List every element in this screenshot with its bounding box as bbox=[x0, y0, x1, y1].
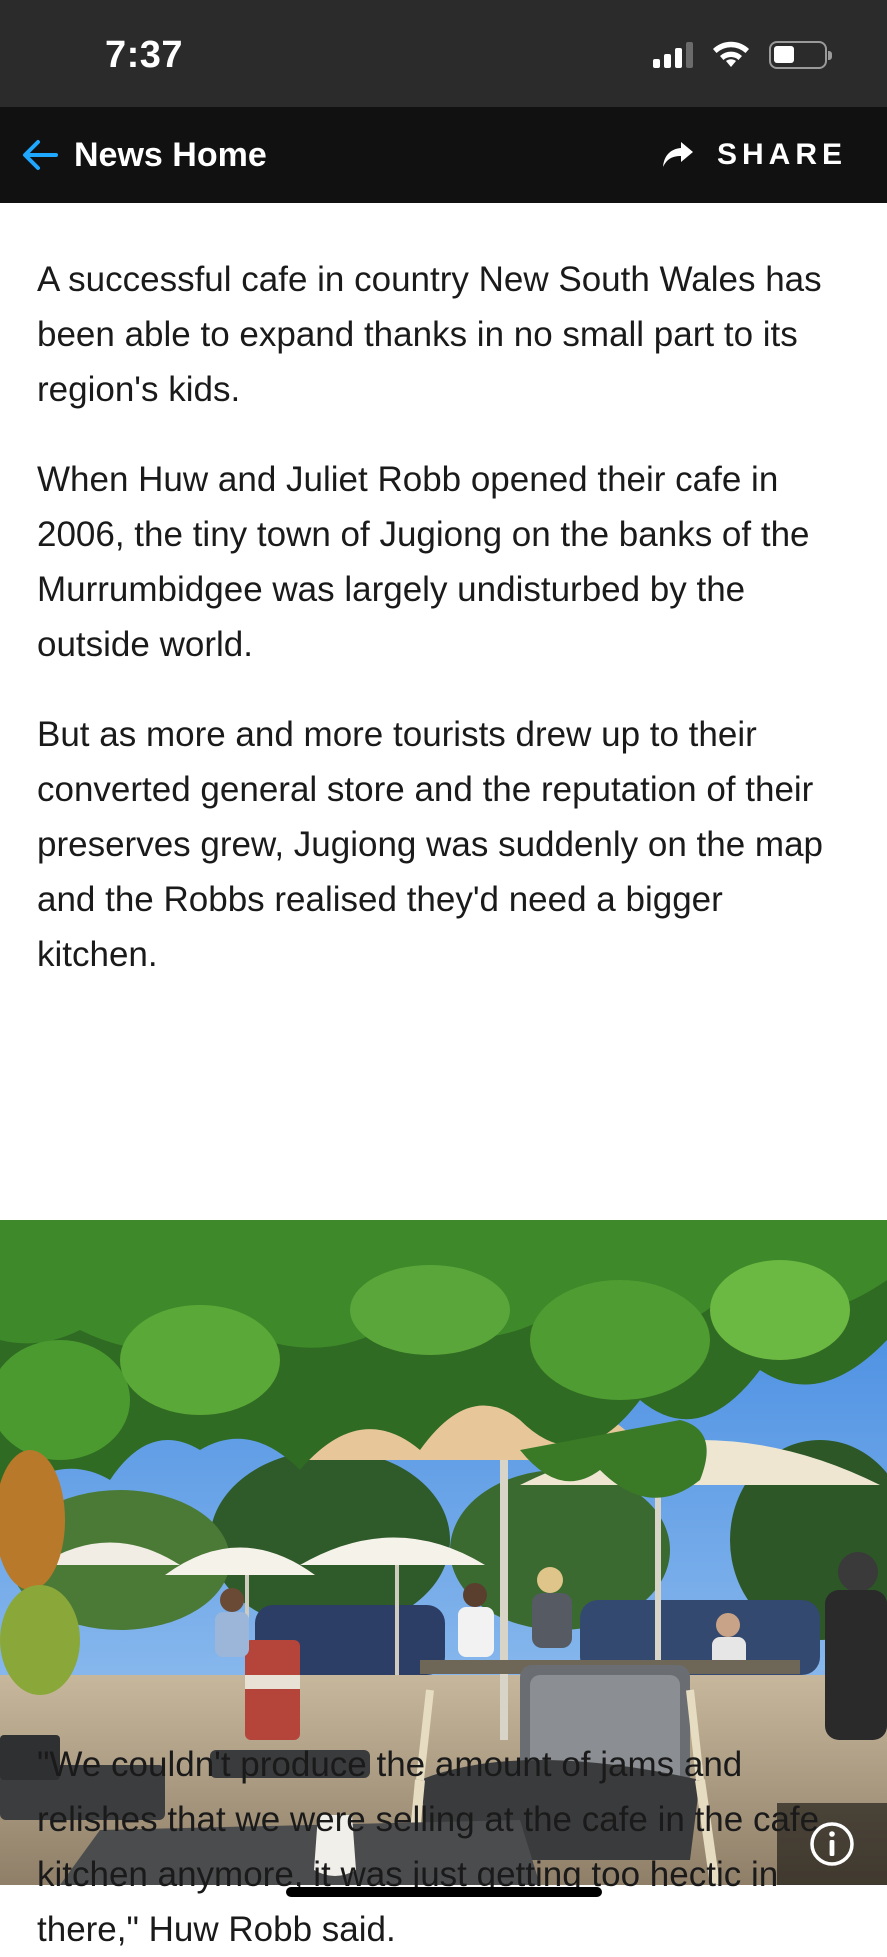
signal-icon bbox=[653, 42, 693, 68]
article-paragraph: But as more and more tourists drew up to… bbox=[37, 715, 824, 974]
arrow-left-icon bbox=[23, 140, 58, 170]
status-icons bbox=[653, 40, 832, 70]
status-time: 7:37 bbox=[105, 34, 184, 76]
status-bar: 7:37 bbox=[0, 0, 887, 107]
back-button[interactable]: News Home bbox=[20, 107, 267, 203]
back-label: News Home bbox=[74, 135, 267, 174]
article-paragraph: A successful cafe in country New South W… bbox=[37, 260, 822, 409]
nav-bar: News Home SHARE bbox=[0, 107, 887, 203]
wifi-icon bbox=[713, 41, 749, 67]
article-paragraph: "We couldn't produce the amount of jams … bbox=[37, 1745, 820, 1949]
share-button[interactable]: SHARE bbox=[661, 107, 847, 203]
share-label: SHARE bbox=[716, 138, 847, 171]
share-arrow-icon bbox=[662, 142, 693, 167]
home-indicator[interactable] bbox=[286, 1887, 602, 1897]
battery-icon bbox=[769, 41, 832, 69]
article-paragraph: When Huw and Juliet Robb opened their ca… bbox=[37, 460, 810, 664]
